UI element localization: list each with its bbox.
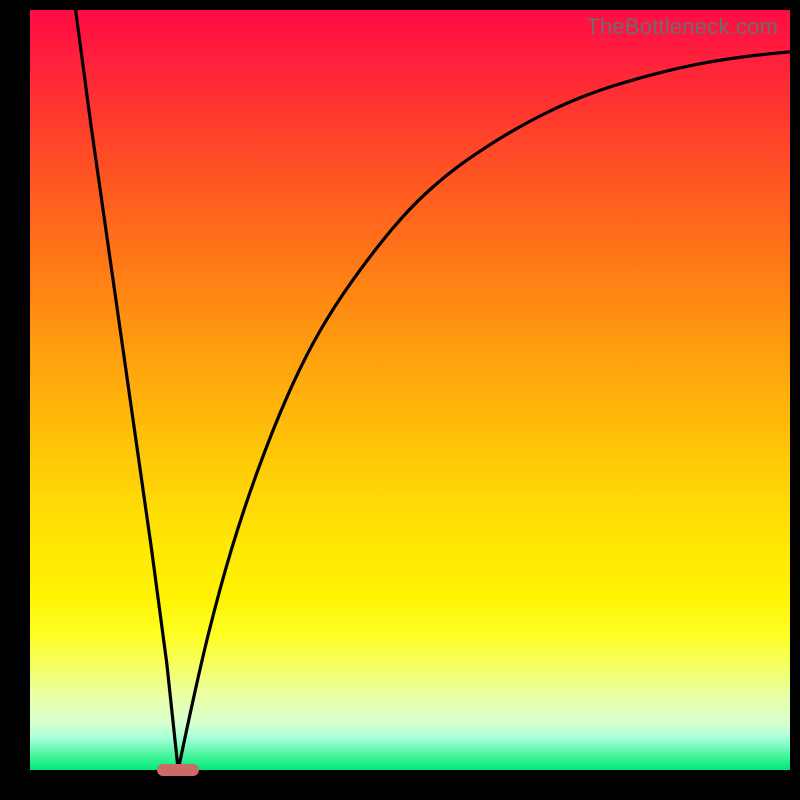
plot-area: TheBottleneck.com xyxy=(30,10,790,770)
bottleneck-curve xyxy=(30,10,790,770)
curve-left-branch xyxy=(76,10,179,770)
curve-right-branch xyxy=(178,52,790,770)
chart-frame: TheBottleneck.com xyxy=(0,0,800,800)
optimum-marker xyxy=(157,764,199,776)
